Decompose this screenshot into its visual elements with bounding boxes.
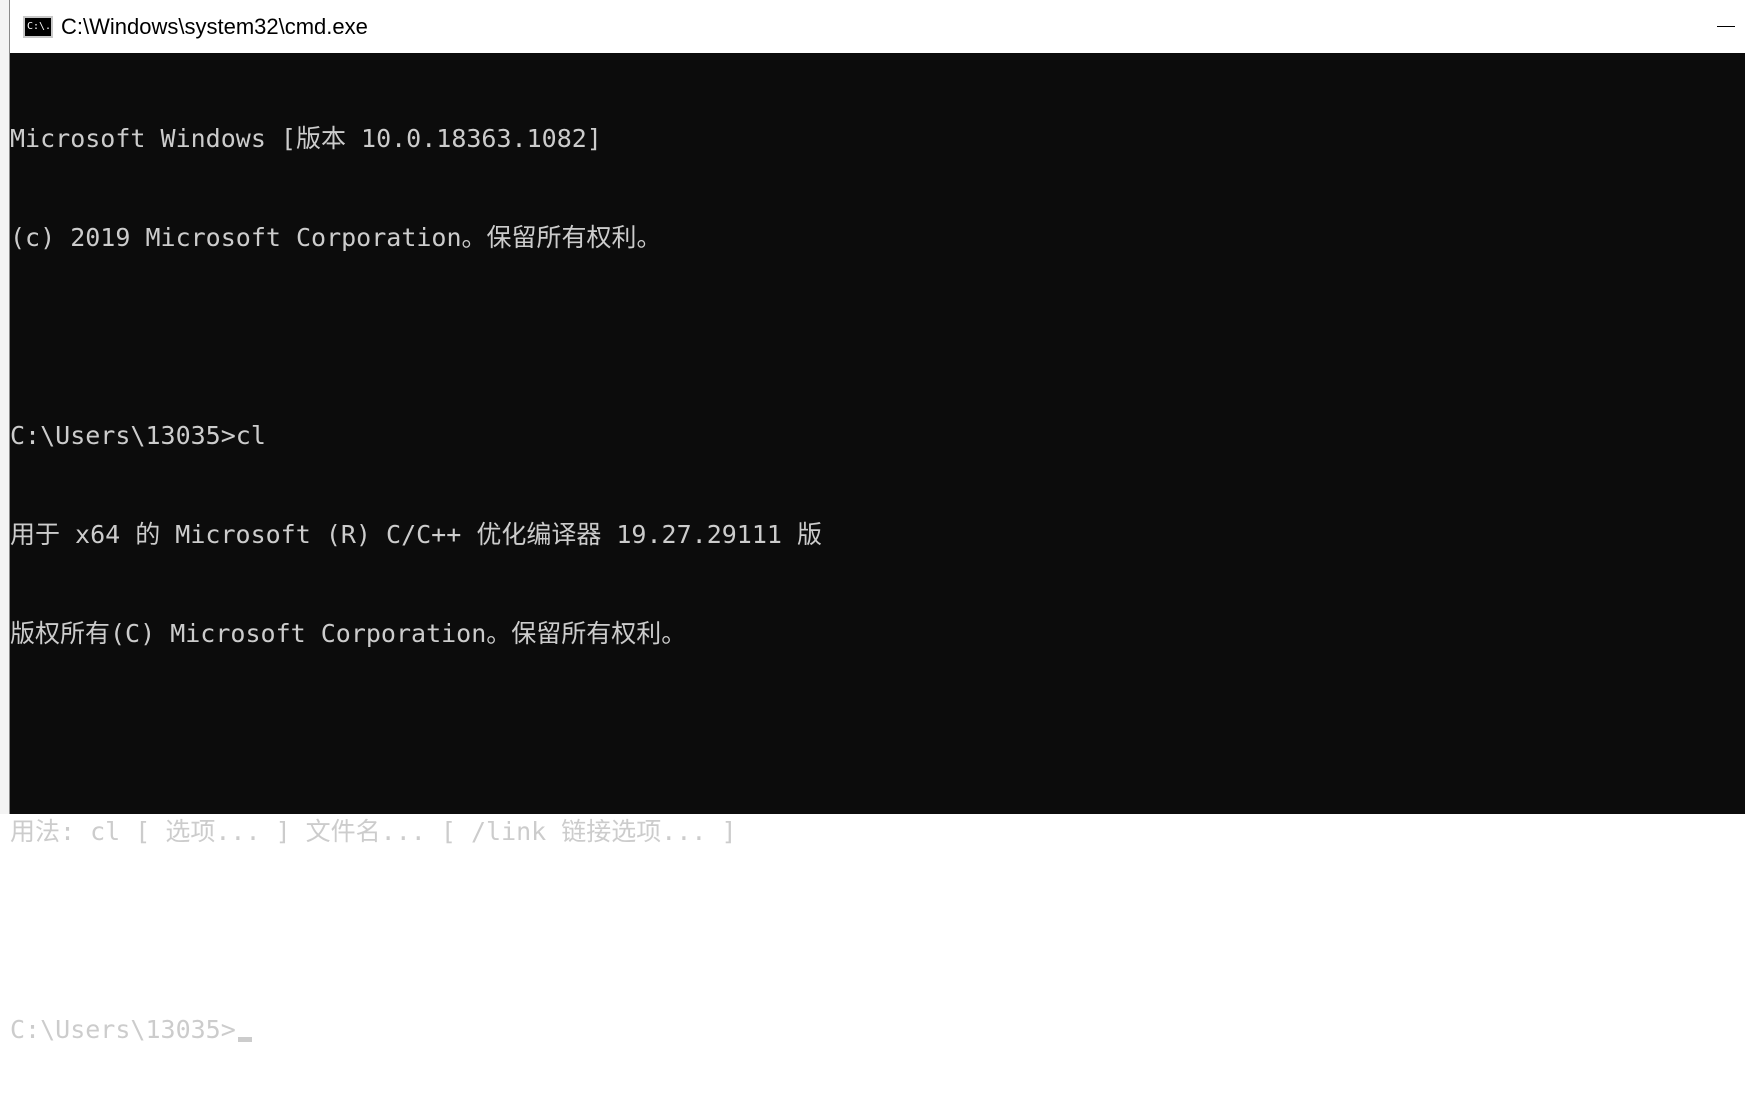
console-line: (c) 2019 Microsoft Corporation。保留所有权利。 <box>10 223 662 252</box>
cmd-app-icon[interactable]: C:\. <box>23 15 53 38</box>
console-line: 用法: cl [ 选项... ] 文件名... [ /link 链接选项... … <box>10 817 737 846</box>
console-line: C:\Users\13035>cl <box>10 421 266 450</box>
scrollbar-track[interactable] <box>1741 53 1745 814</box>
command-prompt: C:\Users\13035> <box>10 1015 236 1044</box>
console-line: 用于 x64 的 Microsoft (R) C/C++ 优化编译器 19.27… <box>10 520 823 549</box>
window-title: C:\Windows\system32\cmd.exe <box>61 13 368 39</box>
title-bar[interactable]: C:\. C:\Windows\system32\cmd.exe <box>10 0 1745 53</box>
text-cursor <box>237 1037 252 1042</box>
minimize-icon <box>1717 26 1735 27</box>
cmd-window[interactable]: C:\. C:\Windows\system32\cmd.exe Microso… <box>9 0 1745 1044</box>
console-line: 版权所有(C) Microsoft Corporation。保留所有权利。 <box>10 619 687 648</box>
desktop-background <box>0 0 9 814</box>
minimize-button[interactable] <box>1699 0 1745 53</box>
prompt-line[interactable]: C:\Users\13035> <box>10 1013 1745 1046</box>
console-output[interactable]: Microsoft Windows [版本 10.0.18363.1082] (… <box>10 56 1745 1044</box>
console-line: Microsoft Windows [版本 10.0.18363.1082] <box>10 124 602 153</box>
